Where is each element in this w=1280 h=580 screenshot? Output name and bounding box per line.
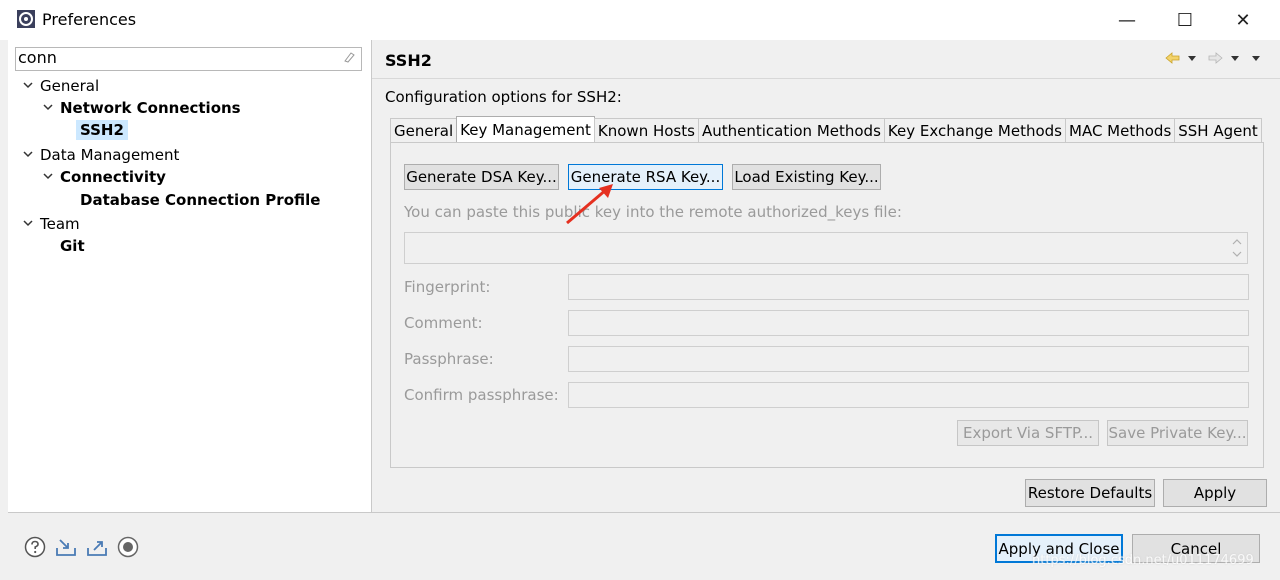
tree-item-label: SSH2 xyxy=(76,120,128,140)
history-navigation xyxy=(1165,52,1260,64)
import-preferences-icon[interactable] xyxy=(55,536,77,558)
scroll-up-icon[interactable] xyxy=(1232,239,1242,245)
export-via-sftp-button[interactable]: Export Via SFTP... xyxy=(957,420,1099,446)
tree-item-label: Network Connections xyxy=(60,99,241,117)
tab-general[interactable]: General xyxy=(390,118,458,142)
tree-item-database-connection-profile[interactable]: Database Connection Profile xyxy=(80,191,320,209)
passphrase-label: Passphrase: xyxy=(404,350,494,368)
chevron-down-icon[interactable] xyxy=(42,101,56,116)
tree-item-label: General xyxy=(40,77,100,95)
tree-item-data-management[interactable]: Data Management xyxy=(22,146,179,164)
tab-mac-methods[interactable]: MAC Methods xyxy=(1065,118,1176,142)
confirm-passphrase-field[interactable] xyxy=(568,382,1249,408)
clear-filter-icon[interactable] xyxy=(342,50,356,64)
tree-item-label: Git xyxy=(60,237,85,255)
window-title: Preferences xyxy=(42,10,137,29)
forward-menu-chevron-icon[interactable] xyxy=(1231,56,1239,61)
tree-item-label: Connectivity xyxy=(60,168,166,186)
generate-dsa-key-button[interactable]: Generate DSA Key... xyxy=(404,164,559,190)
chevron-down-icon[interactable] xyxy=(22,148,36,163)
maximize-button[interactable]: ☐ xyxy=(1156,0,1214,40)
passphrase-field[interactable] xyxy=(568,346,1249,372)
minimize-button[interactable]: — xyxy=(1098,0,1156,40)
tab-ssh-agent[interactable]: SSH Agent xyxy=(1174,118,1262,142)
save-private-key-button[interactable]: Save Private Key... xyxy=(1107,420,1248,446)
tree-item-label: Data Management xyxy=(40,146,180,164)
record-icon[interactable] xyxy=(117,536,139,558)
tab-authentication-methods[interactable]: Authentication Methods xyxy=(697,118,885,142)
export-preferences-icon[interactable] xyxy=(86,536,108,558)
chevron-down-icon[interactable] xyxy=(22,217,36,232)
help-icon[interactable] xyxy=(24,536,46,558)
red-annotation-arrow xyxy=(566,184,613,225)
comment-label: Comment: xyxy=(404,314,483,332)
eclipse-app-icon xyxy=(17,10,35,28)
blog-watermark: https://blog.csdn.net/u011174699 xyxy=(1032,553,1254,568)
close-window-button[interactable]: ✕ xyxy=(1214,0,1272,40)
fingerprint-label: Fingerprint: xyxy=(404,278,491,296)
chevron-down-icon[interactable] xyxy=(22,79,36,94)
filter-input-value: conn xyxy=(18,48,57,67)
tree-item-connectivity[interactable]: Connectivity xyxy=(42,168,166,186)
fingerprint-field[interactable] xyxy=(568,274,1249,300)
tab-key-exchange-methods[interactable]: Key Exchange Methods xyxy=(883,118,1066,142)
tab-known-hosts[interactable]: Known Hosts xyxy=(593,118,699,142)
scroll-down-icon[interactable] xyxy=(1232,251,1242,257)
tab-strip: General Key Management Known Hosts Authe… xyxy=(390,116,1262,142)
view-menu-icon[interactable] xyxy=(1252,56,1260,61)
minimize-icon: — xyxy=(1118,9,1136,31)
close-icon: ✕ xyxy=(1235,9,1251,31)
comment-field[interactable] xyxy=(568,310,1249,336)
header-divider xyxy=(372,78,1280,79)
apply-button[interactable]: Apply xyxy=(1163,479,1267,507)
tree-item-ssh2[interactable]: SSH2 xyxy=(76,120,128,140)
public-key-textarea[interactable] xyxy=(404,232,1248,264)
back-arrow-icon[interactable] xyxy=(1165,52,1180,64)
restore-defaults-button[interactable]: Restore Defaults xyxy=(1025,479,1155,507)
tree-item-git[interactable]: Git xyxy=(60,237,85,255)
page-title: SSH2 xyxy=(385,51,432,70)
filter-input[interactable] xyxy=(15,47,362,71)
public-key-hint: You can paste this public key into the r… xyxy=(404,203,902,221)
tree-item-team[interactable]: Team xyxy=(22,215,80,233)
maximize-icon: ☐ xyxy=(1176,9,1194,31)
confirm-passphrase-label: Confirm passphrase: xyxy=(404,386,559,404)
forward-arrow-icon[interactable] xyxy=(1208,52,1223,64)
tree-item-label: Database Connection Profile xyxy=(80,191,321,209)
tree-item-label: Team xyxy=(40,215,80,233)
textarea-scrollbar[interactable] xyxy=(1229,235,1245,261)
back-menu-chevron-icon[interactable] xyxy=(1188,56,1196,61)
tree-item-general[interactable]: General xyxy=(22,77,99,95)
tree-item-network-connections[interactable]: Network Connections xyxy=(42,99,241,117)
load-existing-key-button[interactable]: Load Existing Key... xyxy=(732,164,881,190)
tab-key-management[interactable]: Key Management xyxy=(456,116,595,142)
config-description: Configuration options for SSH2: xyxy=(385,88,622,106)
chevron-down-icon[interactable] xyxy=(42,170,56,185)
title-bar: Preferences — ☐ ✕ xyxy=(0,0,1280,40)
